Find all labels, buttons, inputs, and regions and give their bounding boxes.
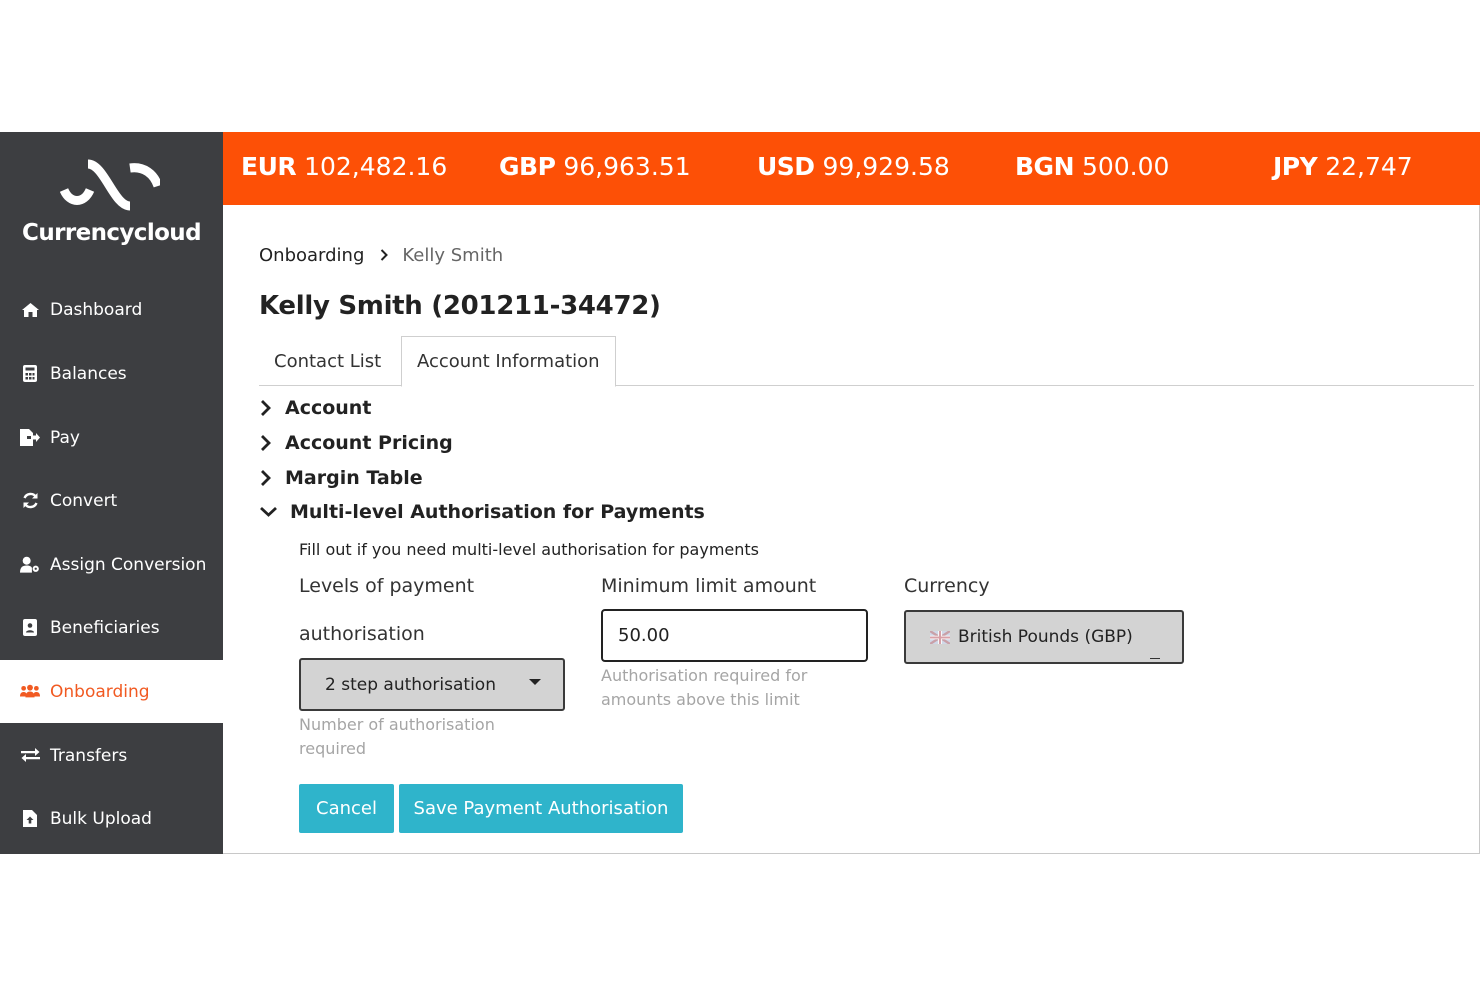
- balance-gbp[interactable]: GBP 96,963.51: [499, 152, 691, 181]
- caret-down-icon: [529, 679, 541, 685]
- balance-bgn[interactable]: BGN 500.00: [1015, 152, 1169, 181]
- section-account[interactable]: Account: [259, 397, 371, 419]
- home-icon: [20, 300, 40, 320]
- chevron-right-icon: [261, 400, 271, 416]
- cursor-mark: [1150, 658, 1160, 659]
- balance-amount: 500.00: [1081, 152, 1170, 181]
- currencycloud-logo-icon: [60, 159, 160, 211]
- cancel-button[interactable]: Cancel: [299, 784, 394, 833]
- sidebar-item-convert[interactable]: Convert: [0, 469, 223, 532]
- min-limit-value: 50.00: [618, 625, 670, 646]
- uk-flag-icon: [930, 630, 950, 644]
- brand-logo[interactable]: Currencycloud: [0, 132, 223, 282]
- calculator-icon: [20, 364, 40, 384]
- exchange-icon: [20, 746, 40, 766]
- sync-icon: [20, 491, 40, 511]
- levels-help-line: Number of authorisation: [299, 715, 495, 734]
- sidebar-item-label: Convert: [50, 490, 118, 511]
- min-limit-help: Authorisation required for amounts above…: [601, 664, 807, 712]
- min-limit-help-line: amounts above this limit: [601, 690, 800, 709]
- section-multi-level-authorisation[interactable]: Multi-level Authorisation for Payments: [259, 501, 705, 523]
- currency-select[interactable]: British Pounds (GBP): [904, 610, 1184, 664]
- min-limit-help-line: Authorisation required for: [601, 666, 808, 685]
- sidebar-item-label: Transfers: [50, 745, 128, 766]
- currency-code: GBP: [499, 152, 556, 181]
- tab-bar: Contact List Account Information: [259, 336, 1474, 387]
- sidebar: Currencycloud Dashboard Balances Pay Con…: [0, 132, 223, 854]
- chevron-right-icon: [380, 245, 389, 266]
- sidebar-item-onboarding[interactable]: Onboarding: [0, 660, 223, 723]
- sidebar-item-transfers[interactable]: Transfers: [0, 724, 223, 787]
- section-margin-table[interactable]: Margin Table: [259, 467, 423, 489]
- file-export-icon: [20, 428, 40, 448]
- save-payment-authorisation-button[interactable]: Save Payment Authorisation: [399, 784, 683, 833]
- balance-eur[interactable]: EUR 102,482.16: [241, 152, 447, 181]
- tab-account-information[interactable]: Account Information: [401, 336, 616, 387]
- min-limit-label: Minimum limit amount: [601, 575, 817, 597]
- sidebar-item-dashboard[interactable]: Dashboard: [0, 278, 223, 341]
- sidebar-item-label: Bulk Upload: [50, 808, 152, 829]
- section-label: Margin Table: [285, 467, 423, 489]
- breadcrumb-onboarding-link[interactable]: Onboarding: [259, 245, 364, 266]
- app-window: Currencycloud Dashboard Balances Pay Con…: [0, 132, 1480, 854]
- section-account-pricing[interactable]: Account Pricing: [259, 432, 453, 454]
- sidebar-item-beneficiaries[interactable]: Beneficiaries: [0, 596, 223, 659]
- balance-bar: EUR 102,482.16 GBP 96,963.51 USD 99,929.…: [223, 132, 1480, 205]
- levels-help: Number of authorisation required: [299, 713, 495, 761]
- chevron-right-icon: [261, 470, 271, 486]
- chevron-down-icon: [260, 506, 277, 517]
- section-label: Account: [285, 397, 372, 419]
- main-content: Onboarding Kelly Smith Kelly Smith (2012…: [223, 205, 1480, 854]
- currency-code: BGN: [1015, 152, 1075, 181]
- sidebar-item-pay[interactable]: Pay: [0, 406, 223, 469]
- currency-select-value: British Pounds (GBP): [958, 627, 1133, 647]
- balance-amount: 22,747: [1325, 152, 1413, 181]
- chevron-right-icon: [261, 435, 271, 451]
- tab-contact-list[interactable]: Contact List: [259, 336, 396, 386]
- sidebar-item-label: Dashboard: [50, 299, 143, 320]
- levels-select[interactable]: 2 step authorisation: [299, 658, 565, 711]
- sidebar-item-label: Pay: [50, 427, 80, 448]
- sidebar-item-label: Beneficiaries: [50, 617, 160, 638]
- sidebar-item-bulk-upload[interactable]: Bulk Upload: [0, 787, 223, 850]
- section-label: Multi-level Authorisation for Payments: [290, 501, 705, 523]
- sidebar-item-label: Assign Conversion: [50, 554, 207, 575]
- currency-code: USD: [757, 152, 815, 181]
- section-label: Account Pricing: [285, 432, 453, 454]
- balance-amount: 99,929.58: [822, 152, 950, 181]
- breadcrumb: Onboarding Kelly Smith: [259, 245, 503, 266]
- address-book-icon: [20, 618, 40, 638]
- balance-amount: 102,482.16: [304, 152, 448, 181]
- brand-name: Currencycloud: [22, 220, 202, 246]
- currency-code: EUR: [241, 152, 297, 181]
- sidebar-item-label: Onboarding: [50, 681, 150, 702]
- page-title: Kelly Smith (201211-34472): [259, 291, 661, 321]
- sidebar-item-label: Balances: [50, 363, 127, 384]
- auth-description: Fill out if you need multi-level authori…: [299, 540, 760, 559]
- currency-code: JPY: [1273, 152, 1318, 181]
- balance-amount: 96,963.51: [563, 152, 691, 181]
- sidebar-item-assign-conversion[interactable]: Assign Conversion: [0, 533, 223, 596]
- file-upload-icon: [20, 809, 40, 829]
- balance-usd[interactable]: USD 99,929.58: [757, 152, 950, 181]
- balance-jpy[interactable]: JPY 22,747: [1273, 152, 1413, 181]
- user-cog-icon: [20, 555, 40, 575]
- users-cog-icon: [20, 682, 40, 702]
- breadcrumb-current: Kelly Smith: [402, 245, 504, 266]
- levels-label: Levels of payment: [299, 575, 475, 597]
- levels-help-line: required: [299, 739, 367, 758]
- sidebar-item-balances[interactable]: Balances: [0, 342, 223, 405]
- min-limit-input[interactable]: 50.00: [601, 609, 868, 662]
- levels-label-cont: authorisation: [299, 623, 425, 645]
- levels-select-value: 2 step authorisation: [325, 674, 496, 695]
- currency-label: Currency: [904, 575, 990, 597]
